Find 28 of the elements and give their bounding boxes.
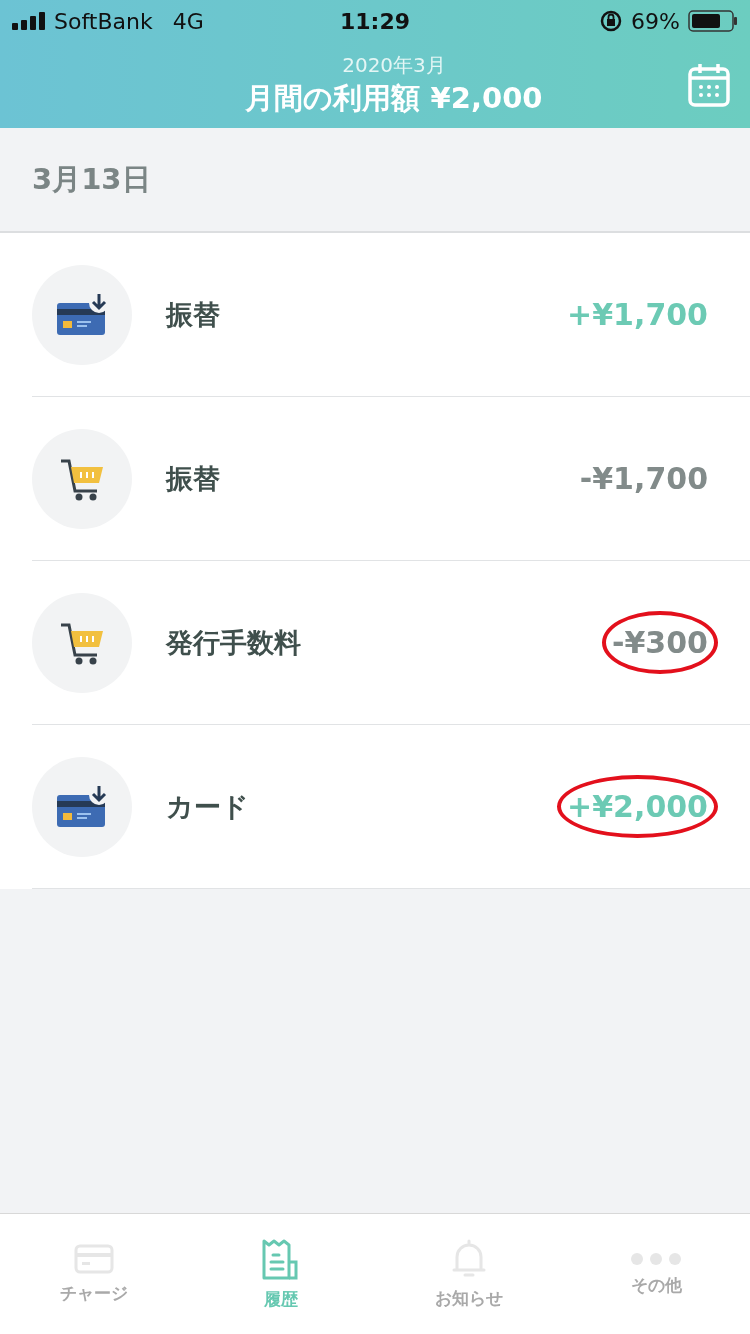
battery-icon	[688, 10, 738, 32]
transaction-amount: -¥300	[602, 611, 718, 674]
transaction-row[interactable]: 振替 -¥1,700	[32, 397, 750, 561]
transaction-label: 振替	[166, 297, 221, 332]
more-icon	[630, 1251, 683, 1266]
transaction-amount: +¥1,700	[566, 296, 709, 334]
card-icon	[55, 292, 109, 337]
battery-percent: 69%	[631, 8, 680, 34]
transaction-label: カード	[166, 789, 250, 824]
date-heading: 3月13日	[32, 160, 151, 198]
transaction-amount: -¥1,700	[578, 460, 709, 498]
transaction-amount: +¥2,000	[557, 775, 718, 838]
transaction-label: 振替	[166, 461, 221, 496]
transaction-row[interactable]: カード +¥2,000	[32, 725, 750, 889]
transaction-label: 発行手数料	[166, 625, 302, 660]
monthly-total: 月間の利用額 ¥2,000	[245, 79, 543, 117]
transaction-row[interactable]: 振替 +¥1,700	[32, 233, 750, 397]
card-icon	[55, 784, 109, 829]
month-label: 2020年3月	[342, 51, 446, 79]
carrier-name: SoftBank	[54, 8, 153, 34]
signal-icon	[12, 12, 46, 30]
card-icon	[73, 1243, 114, 1274]
rotation-lock-icon	[599, 9, 624, 33]
status-time: 11:29	[340, 8, 410, 34]
calendar-icon[interactable]	[688, 63, 730, 107]
network-type: 4G	[172, 8, 204, 34]
bell-icon	[450, 1238, 487, 1279]
transaction-row[interactable]: 発行手数料 -¥300	[32, 561, 750, 725]
